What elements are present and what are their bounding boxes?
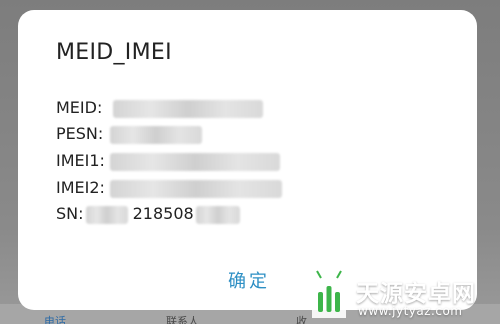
imei2-row: IMEI2:	[56, 178, 105, 200]
imei1-redacted-value	[110, 153, 280, 171]
pesn-row: PESN:	[56, 124, 103, 146]
android-logo-icon	[312, 270, 346, 318]
site-watermark: 天源安卓网 www.jytyaz.com	[306, 268, 496, 322]
sn-redacted-suffix	[196, 206, 240, 224]
imei1-label: IMEI1:	[56, 151, 105, 170]
pesn-redacted-value	[110, 126, 202, 144]
sn-label: SN:	[56, 204, 84, 223]
imei1-row: IMEI1:	[56, 151, 105, 173]
meid-redacted-value	[113, 100, 263, 118]
imei2-label: IMEI2:	[56, 178, 105, 197]
meid-label: MEID:	[56, 98, 103, 117]
pesn-label: PESN:	[56, 124, 104, 143]
imei2-redacted-value	[110, 180, 282, 198]
background-tab-contacts: 联系人	[166, 315, 199, 324]
sn-redacted-prefix	[86, 206, 128, 224]
meid-imei-dialog: MEID_IMEI MEID: PESN: IMEI1: IMEI2: SN: …	[18, 10, 477, 310]
watermark-url: www.jytyaz.com	[358, 304, 463, 318]
sn-partial-value: 218508	[132, 204, 194, 223]
background-tab-phone: 电话	[44, 315, 66, 324]
confirm-button[interactable]: 确定	[228, 267, 270, 293]
meid-row: MEID:	[56, 98, 102, 120]
dialog-title: MEID_IMEI	[56, 40, 172, 65]
watermark-site-name: 天源安卓网	[356, 281, 476, 307]
